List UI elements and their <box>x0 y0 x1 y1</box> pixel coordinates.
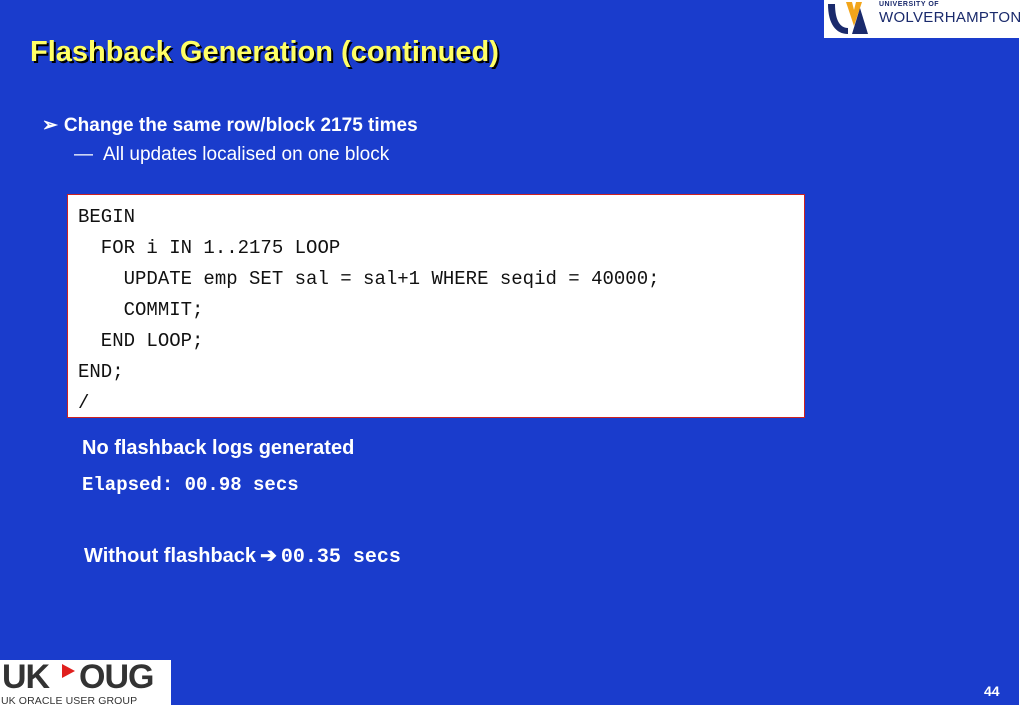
slide-right-border <box>1019 0 1023 708</box>
slide-title: Flashback Generation (continued) <box>30 36 499 68</box>
bullet-sub-text: All updates localised on one block <box>103 144 390 165</box>
arrowhead-bullet-icon: ➢ <box>42 115 58 136</box>
code-block: BEGIN FOR i IN 1..2175 LOOP UPDATE emp S… <box>67 194 805 418</box>
university-of-label: UNIVERSITY OF <box>879 1 940 8</box>
page-number: 44 <box>984 683 1000 699</box>
code-line: UPDATE emp SET sal = sal+1 WHERE seqid =… <box>78 268 660 290</box>
ukoug-oug-text: OUG <box>79 658 154 696</box>
university-mark-icon <box>828 2 868 34</box>
university-name-label: WOLVERHAMPTON <box>879 9 1022 26</box>
code-line: END LOOP; <box>78 330 204 352</box>
code-text: BEGIN FOR i IN 1..2175 LOOP UPDATE emp S… <box>78 202 660 419</box>
ukoug-logo: UK OUG UK ORACLE USER GROUP <box>0 658 171 707</box>
ukoug-arrow-icon <box>62 664 75 678</box>
code-line: FOR i IN 1..2175 LOOP <box>78 237 341 259</box>
bullet-main-text: Change the same row/block 2175 times <box>63 115 418 136</box>
bullet-sub: — All updates localised on one block <box>74 144 389 166</box>
without-flashback-line: Without flashback ➔ 00.35 secs <box>84 543 401 569</box>
code-line: / <box>78 392 90 414</box>
ukoug-subtitle: UK ORACLE USER GROUP <box>1 695 138 707</box>
code-line: BEGIN <box>78 206 136 228</box>
without-flashback-value: 00.35 secs <box>280 546 401 569</box>
code-line: END; <box>78 361 124 383</box>
code-line: COMMIT; <box>78 299 204 321</box>
university-logo: UNIVERSITY OF WOLVERHAMPTON <box>824 0 1022 38</box>
right-arrow-icon: ➔ <box>260 545 277 567</box>
ukoug-uk-text: UK <box>2 658 50 696</box>
without-flashback-label: Without flashback <box>84 545 257 567</box>
elapsed-text: Elapsed: 00.98 secs <box>82 474 299 496</box>
result-text: No flashback logs generated <box>82 437 355 459</box>
bullet-main: ➢ Change the same row/block 2175 times <box>42 114 418 137</box>
em-dash-icon: — <box>74 144 93 165</box>
slide: Flashback Generation (continued) UNIVERS… <box>0 0 1023 708</box>
